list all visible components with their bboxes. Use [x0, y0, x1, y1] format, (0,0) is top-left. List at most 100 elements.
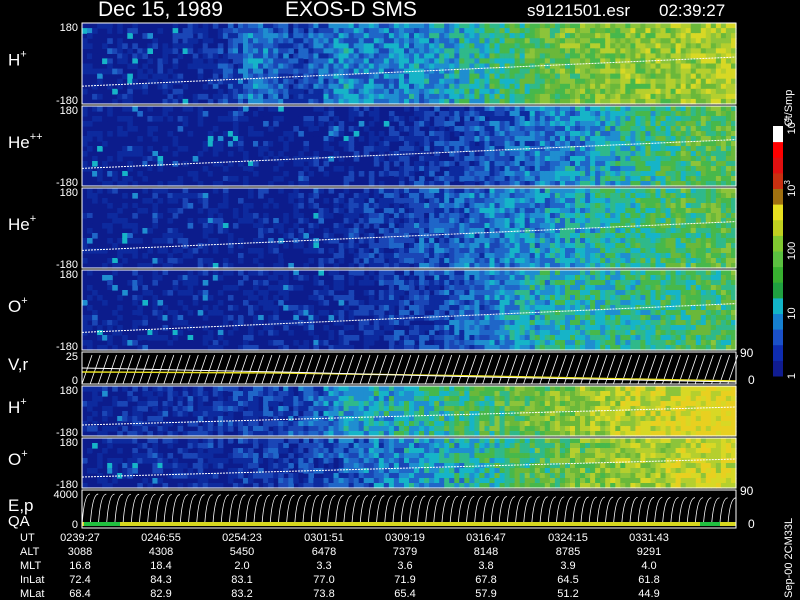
heatmap-cell	[600, 38, 606, 44]
heatmap-cell	[117, 78, 123, 85]
heatmap-cell	[725, 161, 732, 167]
heatmap-cell	[227, 83, 234, 90]
heatmap-cell	[464, 198, 470, 204]
heatmap-cell	[544, 83, 551, 90]
heatmap-cell	[348, 53, 355, 60]
heatmap-cell	[695, 238, 702, 244]
heatmap-cell	[263, 78, 269, 85]
heatmap-cell	[424, 43, 430, 49]
heatmap-cell	[635, 213, 641, 219]
heatmap-cell	[404, 253, 410, 259]
heatmap-cell	[474, 78, 480, 85]
heatmap-cell	[680, 258, 687, 264]
heatmap-cell	[630, 53, 636, 60]
heatmap-cell	[685, 213, 692, 219]
heatmap-cell	[489, 88, 496, 95]
heatmap-cell	[660, 73, 667, 80]
heatmap-cell	[720, 166, 727, 172]
heatmap-cell	[409, 136, 415, 142]
heatmap-cell	[685, 176, 692, 182]
heatmap-cell	[630, 83, 636, 90]
heatmap-cell	[700, 23, 707, 29]
heatmap-cell	[363, 23, 370, 29]
heatmap-cell	[715, 248, 722, 254]
heatmap-cell	[479, 213, 485, 219]
heatmap-cell	[323, 23, 330, 29]
heatmap-cell	[544, 258, 551, 264]
heatmap-cell	[459, 238, 465, 244]
heatmap-cell	[454, 111, 460, 117]
heatmap-cell	[690, 146, 697, 152]
heatmap-cell	[655, 121, 662, 127]
heatmap-cell	[494, 203, 501, 209]
heatmap-cell	[238, 53, 244, 60]
heatmap-cell	[308, 53, 314, 60]
heatmap-cell	[725, 63, 732, 70]
heatmap-cell	[147, 228, 153, 234]
heatmap-cell	[504, 213, 511, 219]
heatmap-cell	[615, 63, 621, 70]
heatmap-cell	[469, 151, 475, 157]
heatmap-cell	[398, 248, 405, 254]
heatmap-cell	[715, 83, 722, 90]
heatmap-cell	[323, 171, 330, 177]
heatmap-cell	[222, 166, 229, 172]
heatmap-cell	[373, 38, 380, 44]
heatmap-cell	[263, 141, 269, 147]
heatmap-cell	[393, 131, 400, 137]
heatmap-cell	[610, 68, 616, 75]
heatmap-cell	[298, 63, 304, 70]
heatmap-cell	[414, 53, 420, 60]
heatmap-cell	[484, 58, 491, 65]
heatmap-cell	[514, 126, 521, 132]
heatmap-cell	[499, 58, 506, 65]
heatmap-cell	[620, 203, 626, 209]
heatmap-cell	[580, 141, 586, 147]
heatmap-cell	[675, 243, 682, 249]
heatmap-cell	[565, 68, 571, 75]
heatmap-cell	[288, 193, 294, 199]
heatmap-cell	[434, 203, 440, 209]
heatmap-cell	[635, 88, 641, 95]
heatmap-cell	[283, 233, 289, 239]
heatmap-cell	[409, 208, 415, 214]
heatmap-cell	[600, 68, 606, 75]
heatmap-cell	[670, 171, 677, 177]
heatmap-cell	[227, 63, 234, 70]
heatmap-cell	[544, 218, 551, 224]
heatmap-cell	[549, 141, 556, 147]
heatmap-cell	[705, 213, 712, 219]
heatmap-cell	[610, 213, 616, 219]
heatmap-cell	[695, 203, 702, 209]
heatmap-cell	[620, 48, 626, 54]
heatmap-cell	[595, 203, 601, 209]
heatmap-cell	[449, 203, 455, 209]
heatmap-cell	[650, 48, 657, 54]
heatmap-cell	[600, 78, 606, 85]
heatmap-cell	[655, 33, 662, 39]
heatmap-cell	[549, 68, 556, 75]
heatmap-cell	[464, 63, 470, 70]
heatmap-cell	[479, 248, 485, 254]
heatmap-cell	[157, 335, 164, 341]
heatmap-cell	[414, 48, 420, 54]
heatmap-cell	[434, 248, 440, 254]
heatmap-cell	[695, 248, 702, 254]
heatmap-cell	[554, 213, 561, 219]
heatmap-cell	[122, 290, 128, 296]
heatmap-cell	[630, 116, 636, 122]
heatmap-cell	[529, 68, 536, 75]
heatmap-cell	[232, 131, 239, 137]
heatmap-cell	[338, 228, 345, 234]
heatmap-cell	[524, 43, 531, 49]
heatmap-cell	[680, 116, 687, 122]
heatmap-cell	[469, 43, 475, 49]
heatmap-cell	[363, 53, 370, 60]
heatmap-cell	[464, 126, 470, 132]
heatmap-cell	[434, 116, 440, 122]
heatmap-cell	[499, 171, 506, 177]
heatmap-cell	[635, 228, 641, 234]
heatmap-cell	[640, 193, 646, 199]
heatmap-cell	[710, 238, 717, 244]
heatmap-cell	[660, 198, 667, 204]
